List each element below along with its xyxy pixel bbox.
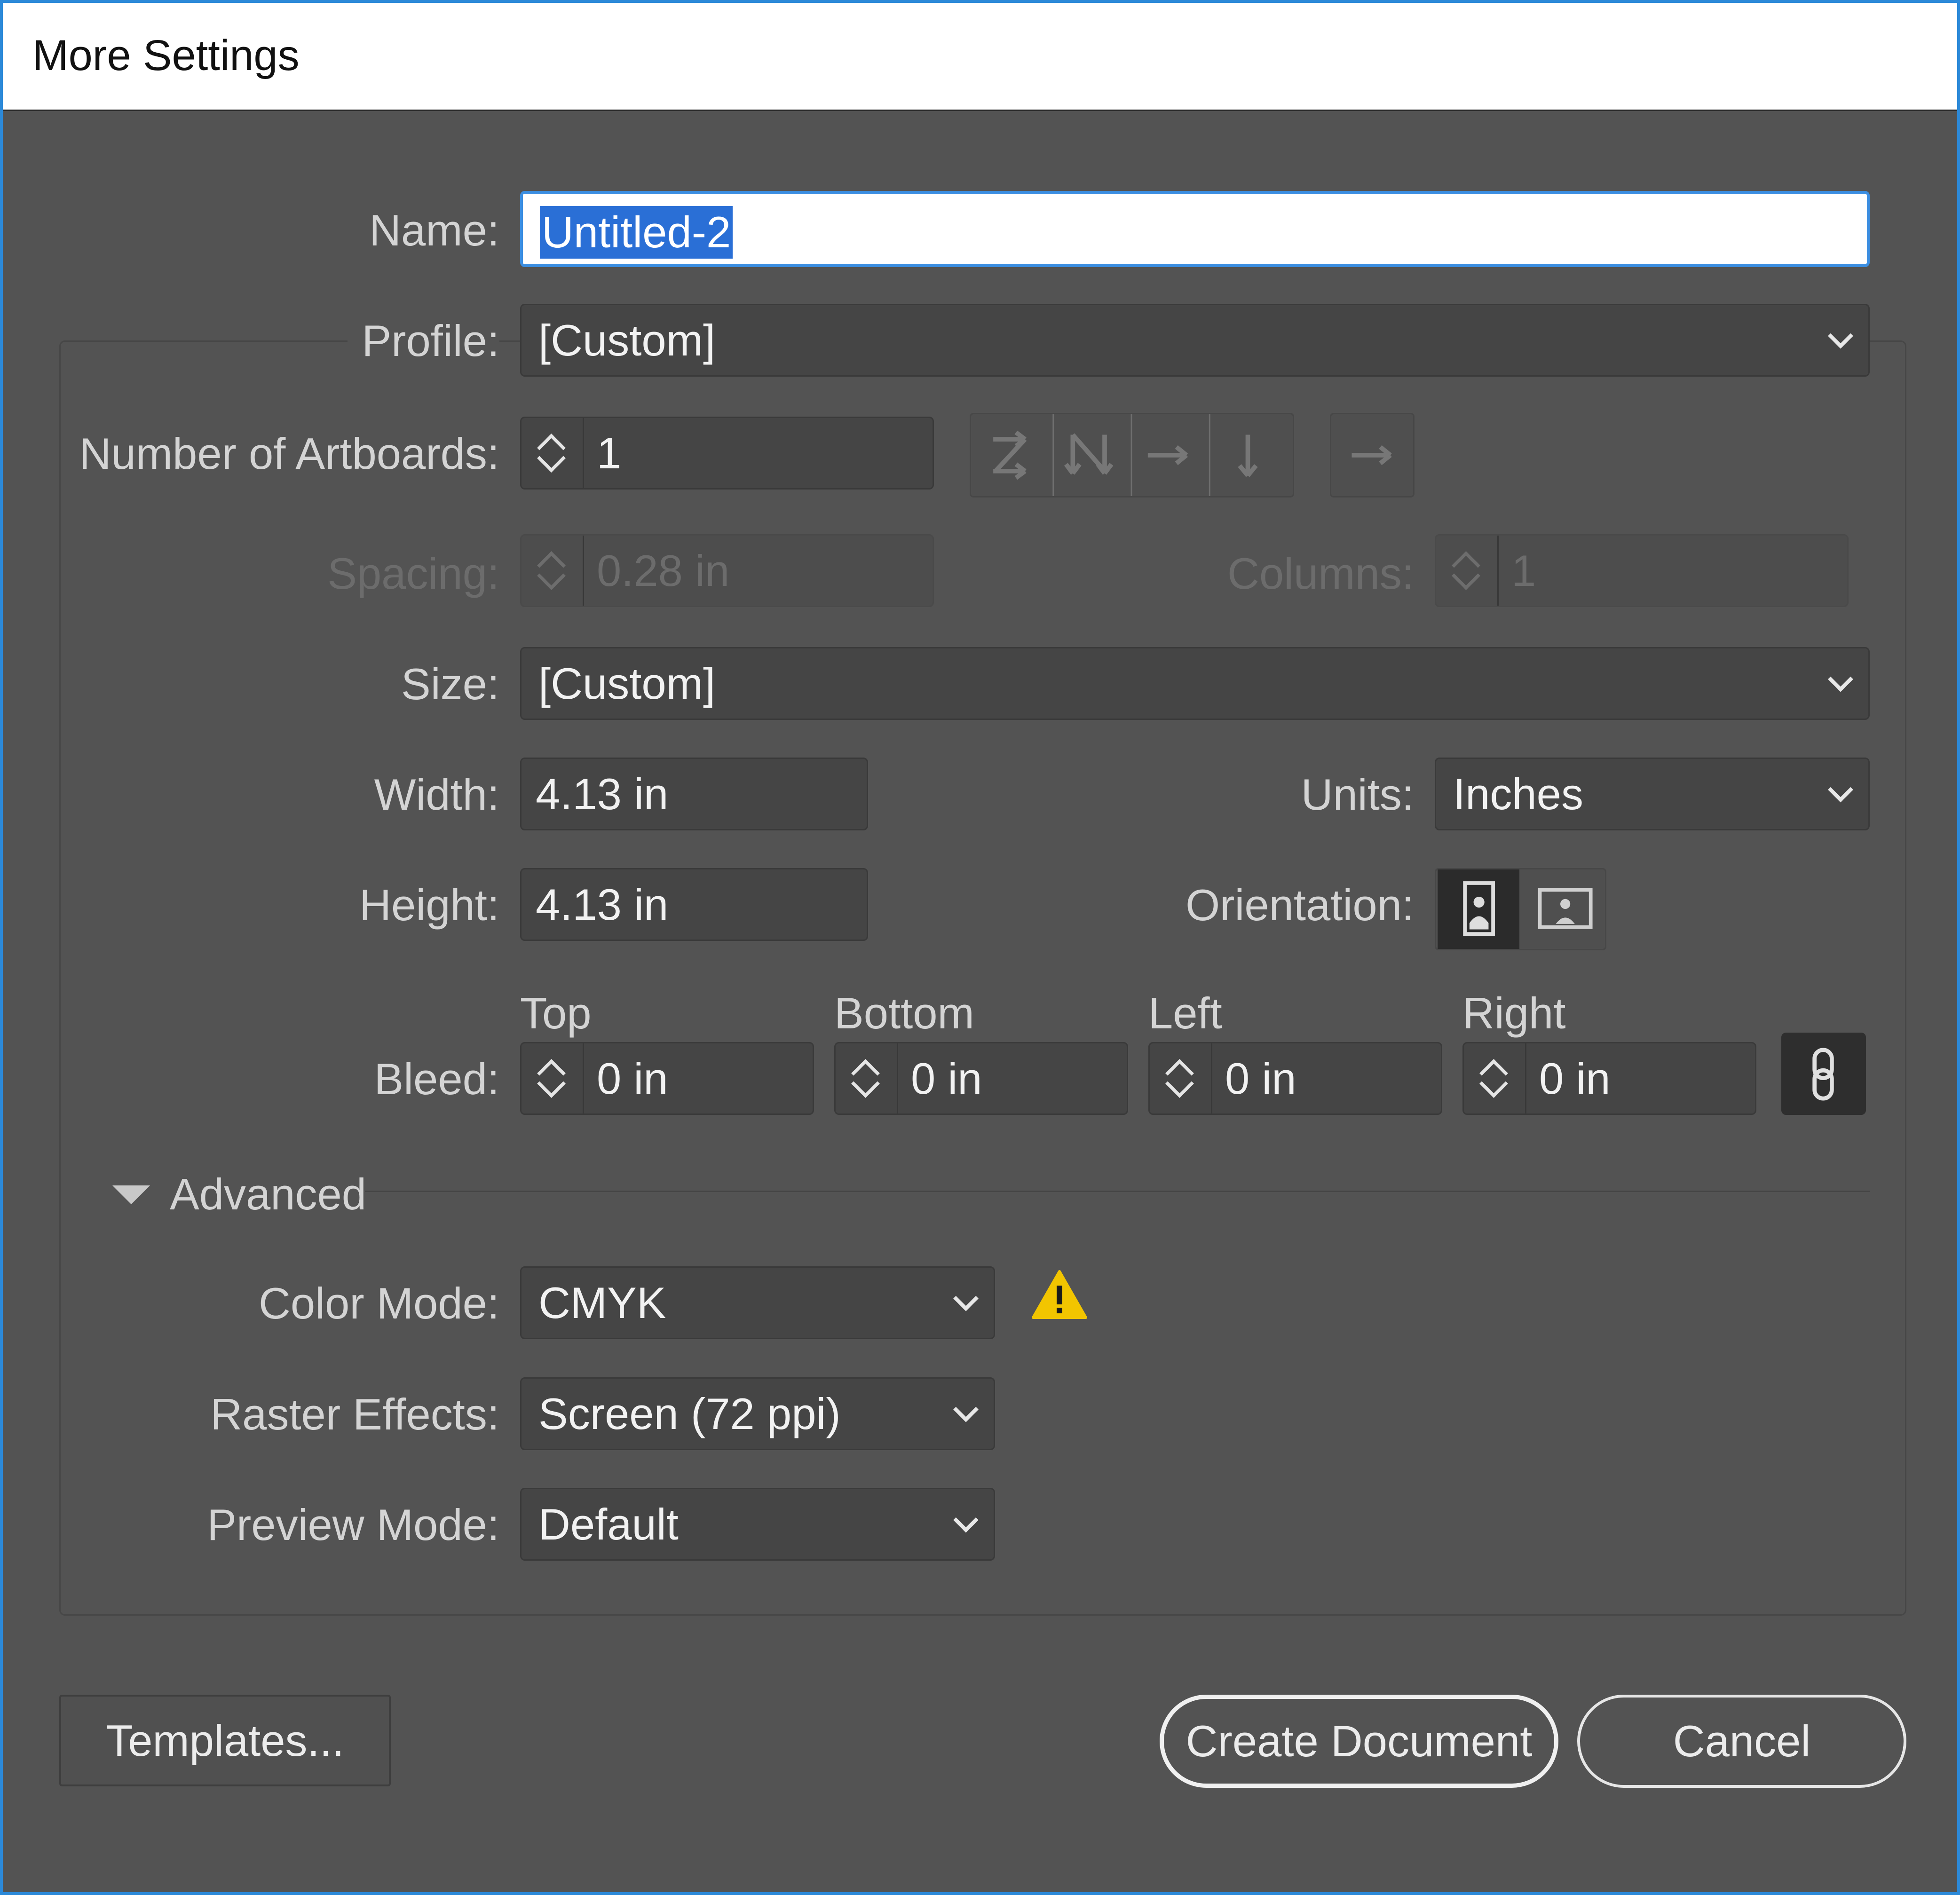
grid-by-row-icon: [993, 430, 1027, 480]
width-input[interactable]: 4.13 in: [520, 758, 868, 830]
arrange-by-column-icon: [1238, 434, 1258, 477]
height-input[interactable]: 4.13 in: [520, 868, 868, 941]
size-label: Size:: [401, 659, 499, 709]
spacing-value: 0.28 in: [597, 545, 730, 595]
units-value: Inches: [1453, 769, 1583, 819]
bleed-top-label: Top: [520, 988, 592, 1038]
advanced-toggle-label[interactable]: Advanced: [170, 1169, 366, 1220]
name-input[interactable]: Untitled-2: [520, 191, 1870, 267]
chevron-down-icon: [953, 1286, 979, 1311]
chevron-down-icon: [1828, 666, 1853, 692]
link-bleed-button[interactable]: [1781, 1033, 1866, 1115]
color-mode-label: Color Mode:: [259, 1279, 499, 1328]
artboard-layout-icons: [993, 414, 1258, 496]
columns-stepper: 1: [1435, 534, 1849, 607]
bleed-bottom-value: 0 in: [911, 1053, 982, 1103]
cancel-button[interactable]: Cancel: [1577, 1695, 1906, 1788]
name-value: Untitled-2: [540, 206, 733, 259]
size-select[interactable]: [Custom]: [520, 647, 1870, 720]
more-settings-dialog: More Settings Name: Untitled-2 Profile: …: [0, 0, 1960, 1895]
change-to-right-to-left-icon: [1351, 445, 1392, 466]
preview-mode-value: Default: [538, 1499, 679, 1549]
bleed-left-stepper[interactable]: 0 in: [1148, 1042, 1442, 1115]
orientation-group: [1435, 868, 1606, 950]
create-document-button[interactable]: Create Document: [1160, 1695, 1558, 1788]
bleed-bottom-label: Bottom: [834, 988, 974, 1038]
width-value: 4.13 in: [536, 769, 669, 819]
units-label: Units:: [1301, 770, 1414, 819]
advanced-divider: [365, 1191, 1870, 1192]
bleed-right-label: Right: [1462, 988, 1566, 1038]
chevron-down-icon: [953, 1507, 979, 1532]
columns-value: 1: [1511, 545, 1536, 595]
height-value: 4.13 in: [536, 879, 669, 929]
preview-mode-label: Preview Mode:: [207, 1500, 499, 1549]
width-label: Width:: [374, 770, 499, 819]
stepper-arrows[interactable]: [1150, 1043, 1212, 1113]
stepper-arrows[interactable]: [522, 418, 584, 488]
name-label: Name:: [369, 205, 499, 255]
chevron-down-icon: [1828, 323, 1853, 348]
size-value: [Custom]: [538, 658, 716, 708]
bleed-top-stepper[interactable]: 0 in: [520, 1042, 814, 1115]
profile-value: [Custom]: [538, 315, 716, 365]
bleed-right-value: 0 in: [1539, 1053, 1611, 1103]
chevron-down-icon: [1828, 777, 1853, 802]
artboard-layout-group: [970, 413, 1294, 497]
landscape-icon: [1538, 888, 1593, 929]
orientation-icons: [1438, 869, 1593, 949]
triangle-down-icon[interactable]: [110, 1181, 152, 1209]
raster-effects-value: Screen (72 ppi): [538, 1389, 841, 1438]
spacing-label: Spacing:: [327, 549, 499, 598]
change-to-right-to-left-button[interactable]: [1330, 413, 1415, 497]
color-mode-value: CMYK: [538, 1278, 666, 1327]
stepper-arrows[interactable]: [522, 1043, 584, 1113]
artboards-label: Number of Artboards:: [79, 429, 499, 478]
color-mode-select[interactable]: CMYK: [520, 1266, 995, 1339]
height-label: Height:: [359, 880, 499, 930]
stepper-arrows: [1436, 536, 1499, 606]
orientation-label: Orientation:: [1185, 880, 1414, 930]
dialog-title: More Settings: [32, 32, 300, 79]
stepper-arrows: [522, 536, 584, 606]
units-select[interactable]: Inches: [1435, 758, 1870, 830]
bleed-right-stepper[interactable]: 0 in: [1462, 1042, 1756, 1115]
grid-by-column-icon: [1064, 433, 1114, 475]
profile-select[interactable]: [Custom]: [520, 304, 1870, 377]
warning-icon[interactable]: [1030, 1268, 1089, 1322]
preview-mode-select[interactable]: Default: [520, 1488, 995, 1561]
bleed-bottom-stepper[interactable]: 0 in: [834, 1042, 1128, 1115]
templates-button[interactable]: Templates...: [59, 1695, 391, 1786]
arrange-by-row-icon: [1147, 445, 1188, 466]
stepper-arrows[interactable]: [836, 1043, 898, 1113]
bleed-label: Bleed:: [374, 1054, 499, 1104]
artboards-stepper[interactable]: 1: [520, 417, 934, 490]
artboards-value: 1: [597, 428, 622, 478]
bleed-left-label: Left: [1148, 988, 1222, 1038]
raster-effects-select[interactable]: Screen (72 ppi): [520, 1377, 995, 1450]
bleed-left-value: 0 in: [1225, 1053, 1296, 1103]
stepper-arrows[interactable]: [1464, 1043, 1526, 1113]
link-icon: [1812, 1048, 1834, 1101]
profile-label: Profile:: [348, 316, 499, 366]
title-bar: More Settings: [3, 3, 1957, 111]
bleed-top-value: 0 in: [597, 1053, 668, 1103]
columns-label: Columns:: [1227, 549, 1414, 598]
raster-effects-label: Raster Effects:: [210, 1390, 499, 1439]
spacing-stepper: 0.28 in: [520, 534, 934, 607]
chevron-down-icon: [953, 1397, 979, 1422]
